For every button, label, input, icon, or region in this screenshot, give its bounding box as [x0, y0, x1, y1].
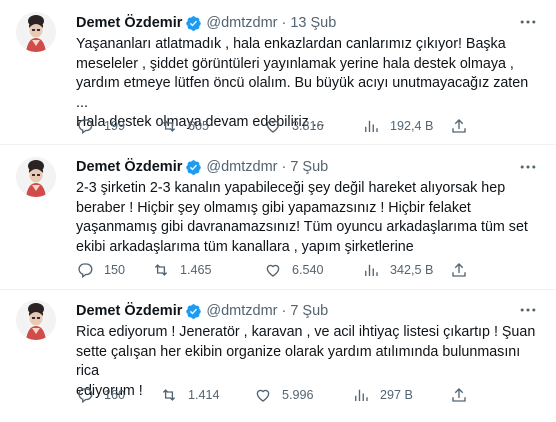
like-button[interactable]: 5.996 [254, 385, 314, 405]
verified-badge-icon [185, 303, 202, 320]
retweet-icon [162, 120, 176, 132]
views-button[interactable]: 342,5 B [362, 260, 433, 280]
views-icon [365, 264, 378, 276]
views-count: 192,4 B [390, 119, 434, 133]
views-count: 297 B [380, 388, 413, 402]
like-icon [256, 389, 270, 402]
tweet-date[interactable]: 13 Şub [290, 15, 336, 31]
avatar[interactable] [16, 157, 56, 197]
reply-count: 160 [104, 388, 126, 402]
reply-icon [78, 388, 93, 404]
reply-button[interactable]: 199 [76, 116, 125, 136]
share-button[interactable] [450, 116, 468, 136]
avatar[interactable] [16, 300, 56, 340]
verified-badge-icon [185, 159, 202, 176]
reply-button[interactable]: 150 [76, 260, 125, 280]
more-icon[interactable] [518, 12, 538, 32]
like-count: 6.540 [292, 263, 324, 277]
reply-count: 150 [104, 263, 126, 277]
more-icon[interactable] [518, 300, 538, 320]
share-icon [452, 119, 466, 133]
tweet-header: Demet Özdemir @dmtzdmr · 13 Şub [76, 13, 336, 33]
reply-count: 199 [104, 119, 126, 133]
author-handle[interactable]: @dmtzdmr [206, 159, 277, 175]
like-count: 5.996 [282, 388, 314, 402]
reply-icon [78, 119, 93, 135]
author-name[interactable]: Demet Özdemir [76, 159, 182, 175]
separator-dot: · [281, 159, 287, 175]
retweet-count: 605 [188, 119, 210, 133]
retweet-count: 1.414 [188, 388, 220, 402]
tweet-header: Demet Özdemir @dmtzdmr · 7 Şub [76, 301, 328, 321]
tweet-2[interactable]: Demet Özdemir @dmtzdmr · 7 Şub 2-3 şirke… [0, 145, 556, 290]
like-button[interactable]: 3.816 [264, 116, 324, 136]
share-icon [452, 263, 466, 277]
views-button[interactable]: 192,4 B [362, 116, 433, 136]
views-button[interactable]: 297 B [352, 385, 413, 405]
tweet-actions: 199 605 3.816 192,4 B [68, 116, 468, 136]
retweet-icon [162, 389, 176, 401]
author-handle[interactable]: @dmtzdmr [206, 303, 277, 319]
reply-icon [78, 263, 93, 279]
retweet-button[interactable]: 1.414 [160, 385, 220, 405]
like-icon [266, 120, 280, 133]
author-name[interactable]: Demet Özdemir [76, 15, 182, 31]
more-icon[interactable] [518, 157, 538, 177]
tweet-actions: 150 1.465 6.540 342,5 B [68, 260, 468, 280]
avatar[interactable] [16, 12, 56, 52]
share-button[interactable] [450, 260, 468, 280]
author-handle[interactable]: @dmtzdmr [206, 15, 277, 31]
views-icon [365, 120, 378, 132]
tweet-3[interactable]: Demet Özdemir @dmtzdmr · 7 Şub Rica ediy… [0, 290, 556, 422]
separator-dot: · [281, 303, 287, 319]
like-button[interactable]: 6.540 [264, 260, 324, 280]
reply-button[interactable]: 160 [76, 385, 125, 405]
share-button[interactable] [450, 385, 468, 405]
tweet-1[interactable]: Demet Özdemir @dmtzdmr · 13 Şub Yaşananl… [0, 0, 556, 145]
retweet-button[interactable]: 1.465 [152, 260, 212, 280]
retweet-button[interactable]: 605 [160, 116, 209, 136]
tweet-feed: Demet Özdemir @dmtzdmr · 13 Şub Yaşananl… [0, 0, 556, 422]
retweet-count: 1.465 [180, 263, 212, 277]
tweet-actions: 160 1.414 5.996 297 B [68, 385, 468, 405]
tweet-date[interactable]: 7 Şub [290, 303, 328, 319]
views-icon [355, 389, 368, 401]
tweet-header: Demet Özdemir @dmtzdmr · 7 Şub [76, 157, 328, 177]
like-count: 3.816 [292, 119, 324, 133]
author-name[interactable]: Demet Özdemir [76, 303, 182, 319]
like-icon [266, 264, 280, 277]
tweet-text: 2-3 şirketin 2-3 kanalın yapabileceği şe… [76, 180, 528, 255]
views-count: 342,5 B [390, 263, 434, 277]
retweet-icon [154, 264, 168, 276]
share-icon [452, 388, 466, 402]
verified-badge-icon [185, 15, 202, 32]
tweet-date[interactable]: 7 Şub [290, 159, 328, 175]
separator-dot: · [281, 15, 287, 31]
